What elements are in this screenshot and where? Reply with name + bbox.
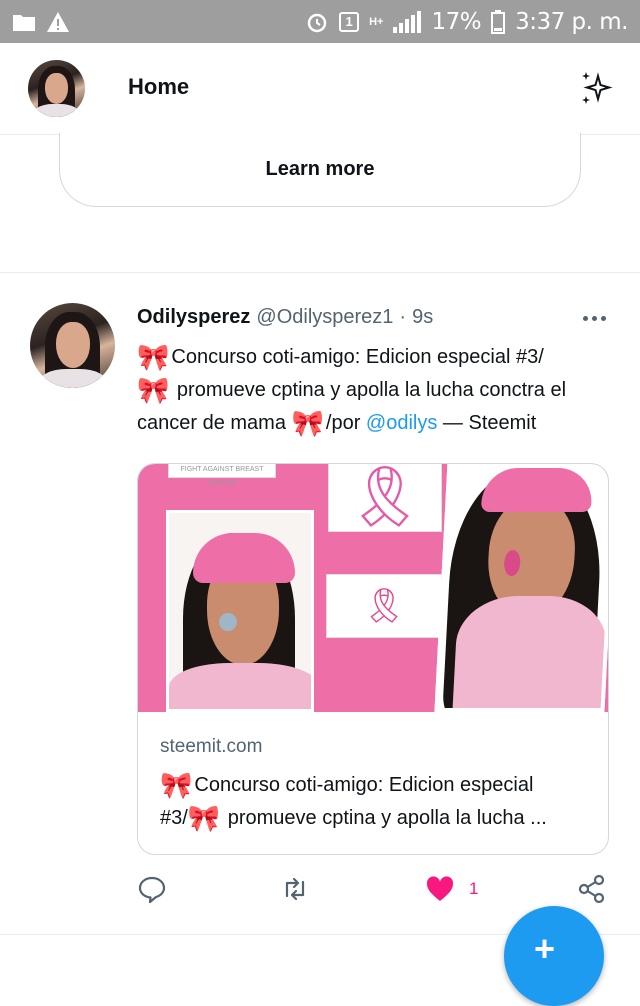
tweet-text-line3: /por [325,412,366,434]
avatar[interactable] [28,60,85,117]
link-card[interactable]: FIGHT AGAINST BREAST CANCER 🎗 🎗 steemit.… [137,463,609,855]
tweet-text-line1: Concurso coti-amigo: Edicion especial #3… [171,346,544,368]
card-domain: steemit.com [160,736,263,757]
tweet-author-handle[interactable]: @Odilysperez1 [256,306,393,329]
tweet-text-tail: — Steemit [437,412,537,434]
ribbon-icon: 🎗 [362,587,406,625]
card-photo-left [166,510,314,712]
card-title: 🎀 Concurso coti-amigo: Edicion especial #… [160,769,590,835]
ribbon-emoji: 🎀 [137,342,170,372]
tweet-header: Odilysperez @Odilysperez1 · 9s [137,306,433,329]
ribbon-emoji: 🎀 [137,375,170,405]
tweet-separator: · [399,306,407,328]
card-title-line2: #3/ [160,807,188,829]
card-ribbon-box-bottom: 🎗 [326,574,442,638]
like-button[interactable]: 1 [425,874,478,904]
heart-icon [426,876,454,901]
warning-icon [47,11,69,32]
alarm-icon [307,13,327,32]
tweet-avatar[interactable] [30,303,115,388]
folder-icon [13,14,35,31]
card-image-banner: FIGHT AGAINST BREAST CANCER [168,464,276,487]
sparkle-icon[interactable] [578,70,614,106]
reply-button[interactable] [137,874,167,904]
tweet-mention-link[interactable]: @odilys [366,412,437,434]
card-ribbon-box-top: 🎗 [328,463,442,532]
like-count: 1 [469,879,479,898]
card-title-line1: Concurso coti-amigo: Edicion especial [194,774,534,796]
card-photo-right [434,464,608,712]
share-icon [578,874,605,904]
network-type: H+ [369,15,384,28]
retweet-button[interactable] [280,874,310,904]
battery-percent: 17% [431,8,482,35]
compose-icon: + [534,928,556,969]
share-button[interactable] [577,874,607,904]
page-title: Home [128,74,190,99]
status-bar: 1 H+ 17% 3:37 p. m. [0,0,640,43]
battery-icon [491,9,506,34]
more-options-icon[interactable] [583,316,606,321]
signal-icon [393,10,422,33]
top-header: Home [0,43,640,135]
status-left [12,11,70,33]
card-image: FIGHT AGAINST BREAST CANCER 🎗 🎗 [138,463,608,712]
ribbon-icon: 🎗 [346,463,424,530]
ribbon-emoji: 🎀 [160,770,193,800]
card-title-line3: promueve cptina y apolla la lucha ... [222,807,547,829]
tweet-text: 🎀 Concurso coti-amigo: Edicion especial #… [137,341,612,440]
tweet-timestamp[interactable]: 9s [412,306,433,329]
compose-tweet-button[interactable]: + [504,906,604,1006]
ribbon-emoji: 🎀 [291,408,324,438]
reply-icon [138,876,166,904]
learn-more-button[interactable]: Learn more [59,133,581,207]
clock: 3:37 p. m. [515,8,628,35]
retweet-icon [285,877,305,901]
ribbon-emoji: 🎀 [187,803,221,833]
status-right: 1 H+ 17% 3:37 p. m. [305,9,628,35]
sim-icon: 1 [339,11,360,32]
tweet-author-name[interactable]: Odilysperez [137,306,250,329]
divider [0,272,640,273]
